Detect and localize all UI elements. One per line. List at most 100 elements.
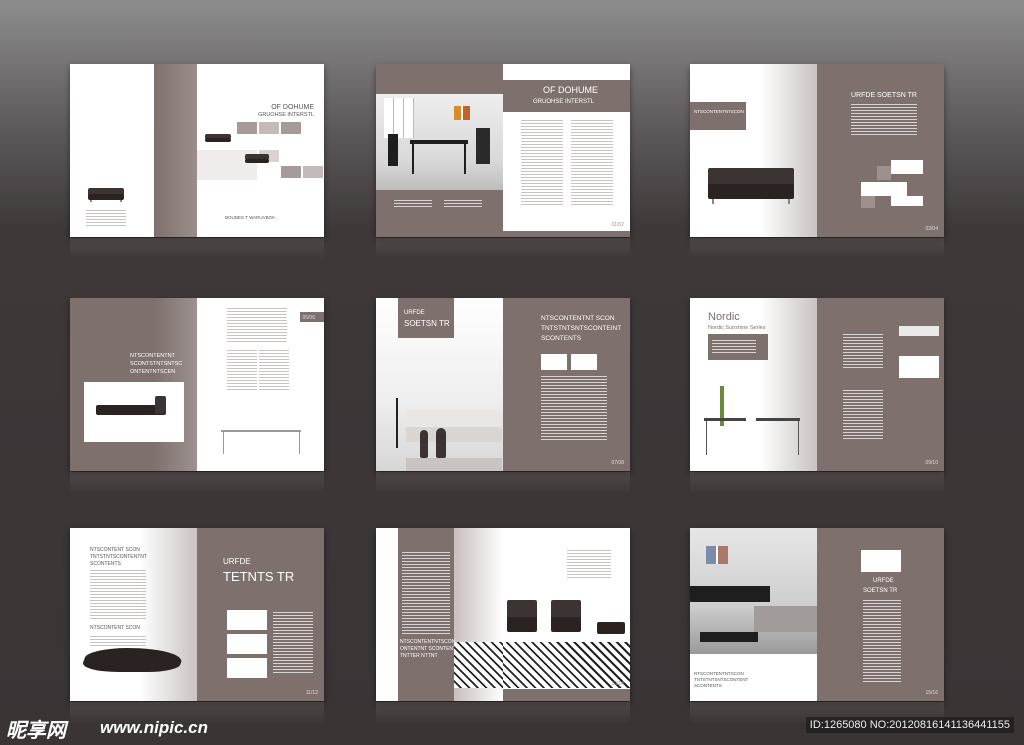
brochure-spread-6[interactable]: Nordic Nordic Sunshine Series 09/10 xyxy=(690,298,944,471)
cabinet xyxy=(476,128,490,164)
brochure-spread-2[interactable]: OF DOHUME GRUOHSE INTERSTL 01/02 xyxy=(376,64,630,237)
spread-2-reflection xyxy=(376,238,630,260)
heading-line-1: URFDE xyxy=(223,557,251,566)
heading-line-1: NTSCONTENTNT SCON xyxy=(541,315,615,322)
body-text-col-2 xyxy=(227,350,257,390)
bottom-bar xyxy=(503,231,630,237)
heading-line-2: TETNTS TR xyxy=(223,569,295,584)
coffee-table-image xyxy=(221,430,301,432)
spread-2-left-page xyxy=(376,64,503,237)
watermark-logo: 昵享网 xyxy=(6,720,66,742)
chair xyxy=(388,134,398,166)
sofa-thumbnail xyxy=(88,188,124,202)
armchair-1-image xyxy=(507,600,537,638)
sofa-image xyxy=(245,154,269,164)
brochure-spread-3[interactable]: NTSCONTENTNTSCON URFDE SOETSN TR 03/04 xyxy=(690,64,944,237)
coffee-table xyxy=(700,632,758,642)
heading-line-2: SOETSN TR xyxy=(863,588,898,594)
watermark-site: www.nipic.cn xyxy=(100,718,208,737)
left-heading-line-3: SCONTENTS xyxy=(90,561,121,567)
thumbnail-2 xyxy=(571,354,597,370)
table-leg-left xyxy=(412,144,414,174)
brochure-spread-5[interactable]: URFDE SOETSN TR NTSCONTENTNT SCON TNTSTN… xyxy=(376,298,630,471)
side-table-1 xyxy=(704,418,746,421)
side-table-2 xyxy=(756,418,800,421)
chair-thumbnail xyxy=(899,356,939,378)
heading-line-1: URFDE xyxy=(873,578,894,584)
title-line-1: OF DOHUME xyxy=(271,104,314,111)
spread-5-right-page: NTSCONTENTNT SCON TNTSTNTSNTSCONTEINT SC… xyxy=(503,298,630,471)
spread-7-left-page: NTSCONTENT SCON TNTSTNTSCONTENTNT SCONTE… xyxy=(70,528,197,701)
banner-text xyxy=(712,340,756,354)
brochure-spread-1[interactable]: OF DOHUME GRUOHSE INTERSTL BOUNES T WARU… xyxy=(70,64,324,237)
brochure-spread-8[interactable]: NTSCONTENTNTSCON ONTENTNT SCONTENTNTS TN… xyxy=(376,528,630,701)
spread-6-reflection xyxy=(690,472,944,494)
page-number: 07/08 xyxy=(611,460,624,466)
spread-9-right-page: URFDE SOETSN TR 15/16 xyxy=(817,528,944,701)
table-leg-right xyxy=(464,144,466,174)
page-number: 13/14 xyxy=(611,681,624,687)
body-text xyxy=(273,612,313,674)
page-number: 03/04 xyxy=(925,226,938,232)
spread-4-reflection xyxy=(70,472,324,494)
brochure-spread-7[interactable]: NTSCONTENT SCON TNTSTNTSCONTENTNT SCONTE… xyxy=(70,528,324,701)
spread-8-left-page: NTSCONTENTNTSCON ONTENTNT SCONTENTNTS TN… xyxy=(376,528,503,701)
armchair-image xyxy=(205,134,231,143)
thumbnail-grid xyxy=(861,160,923,208)
spread-6-right-page: 09/10 xyxy=(817,298,944,471)
spread-4-right-page: 05/06 xyxy=(197,298,324,471)
wall-art-icon xyxy=(454,106,470,120)
heading-line-3: SCONTENTS xyxy=(541,335,582,342)
window xyxy=(384,98,414,138)
spread-3-left-page: NTSCONTENTNTSCON xyxy=(690,64,817,237)
title-tab xyxy=(398,298,454,338)
body-text-1 xyxy=(843,334,883,370)
wall-art-icon xyxy=(706,546,728,564)
page-number: 05/06 xyxy=(302,315,315,321)
brand-name: Nordic xyxy=(708,311,740,323)
thumbnail-1 xyxy=(227,610,267,630)
vase-decor xyxy=(420,430,428,458)
spread-8-right-page: 13/14 xyxy=(503,528,630,701)
tab-line-2: SOETSN TR xyxy=(404,319,450,328)
side-table-2-leg xyxy=(798,421,799,455)
body-text-col-1 xyxy=(521,120,563,206)
spread-3-right-page: URFDE SOETSN TR 03/04 xyxy=(817,64,944,237)
caption-line-1: NTSCONTENTNTSCON xyxy=(694,671,744,676)
dining-room-photo xyxy=(376,94,503,190)
watermark-id: ID:1265080 NO:20120816141136441155 xyxy=(805,717,1014,733)
spread-1-right-page: OF DOHUME GRUOHSE INTERSTL BOUNES T WARU… xyxy=(197,64,324,237)
heading-line-1: NTSCONTENTNTSCON xyxy=(400,639,456,645)
caption-line-3: SCONTENTS xyxy=(694,683,722,688)
vase-decor xyxy=(436,428,446,458)
left-heading-line-2: TNTSTNTSCONTENTNT xyxy=(90,554,147,560)
tv-cabinet xyxy=(690,586,770,602)
left-heading-line-1: NTSCONTENT SCON xyxy=(90,547,140,553)
thumbnail-2 xyxy=(227,634,267,654)
caption-text xyxy=(394,200,432,208)
tab-line-1: URFDE xyxy=(404,310,425,316)
mid-heading: NTSCONTENT SCON xyxy=(90,625,140,631)
body-text xyxy=(863,600,901,682)
body-text xyxy=(567,550,611,578)
left-page-text-block xyxy=(86,210,126,228)
thumbnail-3 xyxy=(227,658,267,678)
footer-text: BOUNES T WARUVBGK xyxy=(225,215,276,220)
brochure-spread-9[interactable]: NTSCONTENTNTSCON TNTSTNTSNTSCONTENT SCON… xyxy=(690,528,944,701)
spread-7-right-page: URFDE TETNTS TR 11/12 xyxy=(197,528,324,701)
spread-4-left-page: NTSCONTENTNT SCONTSTNTSNTSC ONTENTNTSCEN xyxy=(70,298,197,471)
body-text-col-1 xyxy=(227,308,287,342)
body-text xyxy=(851,104,917,136)
side-label xyxy=(899,326,939,336)
chair-thumbnail xyxy=(861,550,901,572)
heading: URFDE SOETSN TR xyxy=(851,92,917,99)
brochure-spread-4[interactable]: NTSCONTENTNT SCONTSTNTSNTSC ONTENTNTSCEN… xyxy=(70,298,324,471)
title-line-2: GRUOHSE INTERSTL xyxy=(258,112,314,118)
heading-line-3: TNTTER NTTNT xyxy=(400,653,438,659)
heading-line-2: SCONTSTNTSNTSC xyxy=(130,361,183,367)
caption-text xyxy=(444,200,482,208)
chaise-lounge-image xyxy=(96,396,166,418)
living-room-photo xyxy=(690,528,817,654)
page-number: 11/12 xyxy=(305,690,318,696)
spread-1-left-page xyxy=(70,64,197,237)
